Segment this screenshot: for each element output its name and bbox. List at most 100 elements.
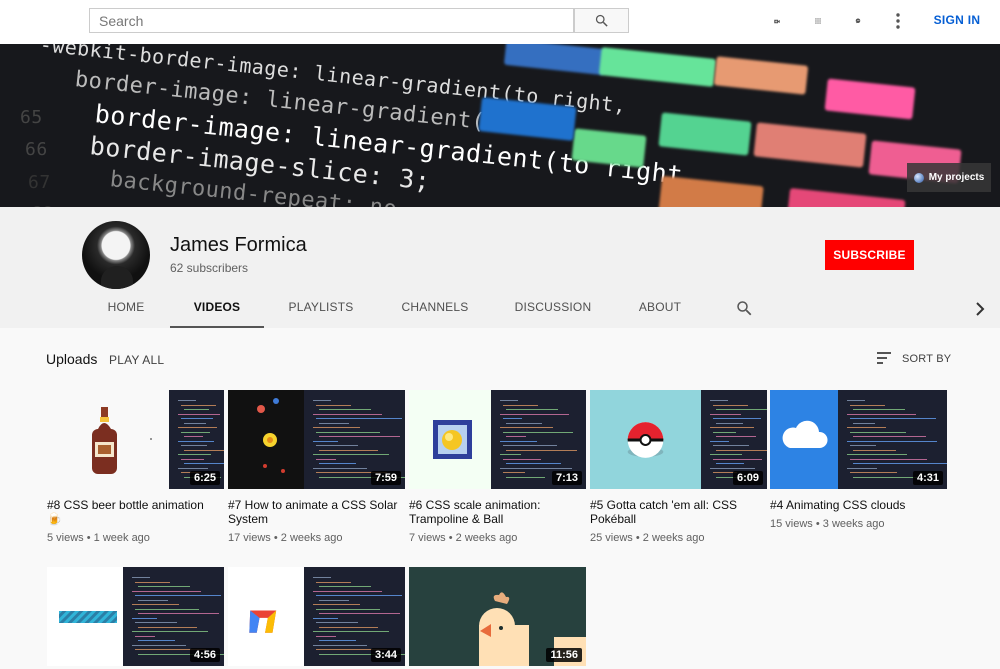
- code-preview-line: [313, 427, 360, 428]
- video-metadata: 15 views • 3 weeks ago: [770, 518, 947, 530]
- code-preview-line: [178, 427, 217, 428]
- video-title[interactable]: #4 Animating CSS clouds: [770, 498, 947, 512]
- video-thumbnail[interactable]: 11:56: [409, 567, 586, 666]
- sign-in-link[interactable]: SIGN IN: [922, 13, 992, 27]
- code-preview-line: [319, 436, 400, 437]
- code-preview-line: [316, 608, 380, 610]
- banner-code-token: [658, 175, 764, 207]
- upload-age: 2 weeks ago: [455, 532, 518, 544]
- video-title-text: #7 How to animate a CSS Solar System: [228, 498, 398, 526]
- video-thumbnail[interactable]: 3:44: [228, 567, 405, 666]
- thumbnail-preview-area: [47, 390, 169, 489]
- apps-button[interactable]: [809, 12, 827, 30]
- solar-system-preview: [257, 398, 285, 473]
- metadata-separator: •: [83, 532, 94, 544]
- code-preview-line: [135, 622, 177, 623]
- video-title[interactable]: #8 CSS beer bottle animation 🍺: [47, 498, 224, 526]
- code-preview-line: [853, 476, 917, 478]
- video-thumbnail[interactable]: 6:25: [47, 390, 224, 489]
- beer-bottle-preview: [92, 407, 152, 474]
- code-preview-line: [178, 413, 220, 415]
- video-title[interactable]: #5 Gotta catch 'em all: CSS Pokéball: [590, 498, 767, 526]
- video-duration: 7:13: [551, 471, 582, 485]
- code-preview-line: [313, 577, 331, 578]
- video-metadata: 5 views • 1 week ago: [47, 532, 224, 544]
- sort-icon[interactable]: [876, 352, 892, 364]
- more-options-button[interactable]: [889, 12, 907, 30]
- code-preview-line: [506, 409, 558, 410]
- code-preview-line: [716, 463, 744, 464]
- code-preview-line: [132, 604, 179, 605]
- tab-home[interactable]: HOME: [100, 300, 152, 328]
- video-title[interactable]: #7 How to animate a CSS Solar System: [228, 498, 405, 526]
- code-preview-line: [503, 445, 557, 446]
- code-preview-line: [850, 445, 876, 446]
- tab-playlists[interactable]: PLAYLISTS: [287, 300, 355, 328]
- banner-line-number: 66: [25, 139, 48, 160]
- code-preview-line: [500, 440, 537, 442]
- play-all-button[interactable]: PLAY ALL: [109, 353, 164, 367]
- more-vert-icon: [896, 13, 900, 29]
- code-preview-line: [132, 631, 208, 632]
- code-preview-line: [716, 449, 767, 451]
- view-count: 25 views: [590, 532, 633, 544]
- sort-by-button[interactable]: SORT BY: [902, 353, 951, 365]
- trampoline-preview: [433, 420, 472, 459]
- code-preview-line: [853, 436, 926, 437]
- tab-videos[interactable]: VIDEOS: [170, 300, 264, 328]
- code-preview-line: [319, 449, 378, 451]
- video-duration: 7:59: [370, 471, 401, 485]
- video-duration: 6:09: [732, 471, 763, 485]
- code-preview-line: [319, 463, 356, 464]
- code-preview-line: [847, 413, 916, 415]
- code-preview-line: [506, 422, 542, 424]
- code-preview-line: [319, 640, 356, 641]
- tab-channels[interactable]: CHANNELS: [400, 300, 470, 328]
- create-video-button[interactable]: [768, 12, 786, 30]
- top-navigation-bar: SIGN IN: [0, 0, 1000, 44]
- cloud-preview: [782, 420, 828, 448]
- globe-icon: [913, 172, 924, 183]
- channel-avatar[interactable]: [82, 221, 150, 289]
- code-preview-line: [710, 454, 742, 455]
- channel-banner: -webkit-border-image: linear-gradient(to…: [0, 44, 1000, 207]
- video-duration: 4:31: [912, 471, 943, 485]
- video-thumbnail[interactable]: 4:31: [770, 390, 947, 489]
- my-projects-link[interactable]: My projects: [907, 163, 991, 192]
- code-preview-line: [313, 400, 331, 401]
- code-preview-line: [135, 595, 221, 596]
- subscribe-button[interactable]: SUBSCRIBE: [825, 240, 914, 270]
- code-preview-line: [138, 613, 219, 614]
- code-preview-line: [500, 427, 553, 428]
- search-button[interactable]: [574, 8, 629, 33]
- code-preview-line: [850, 431, 906, 433]
- code-preview-line: [178, 454, 211, 455]
- upload-age: 2 weeks ago: [642, 532, 705, 544]
- my-projects-label: My projects: [928, 172, 985, 183]
- video-duration: 11:56: [546, 648, 582, 662]
- video-thumbnail[interactable]: 4:56: [47, 567, 224, 666]
- video-metadata: 17 views • 2 weeks ago: [228, 532, 405, 544]
- video-title-text: #8 CSS beer bottle animation: [47, 498, 204, 512]
- channel-search-icon[interactable]: [735, 299, 753, 317]
- search-box[interactable]: [89, 8, 574, 33]
- video-title[interactable]: #6 CSS scale animation: Trampoline & Bal…: [409, 498, 586, 526]
- tab-discussion[interactable]: DISCUSSION: [515, 300, 591, 328]
- code-preview-line: [135, 635, 155, 637]
- metadata-separator: •: [812, 518, 823, 530]
- banner-code-token: [503, 44, 607, 76]
- loading-bar-preview: [59, 611, 117, 623]
- banner-line-number: 65: [20, 107, 43, 128]
- video-thumbnail[interactable]: 7:13: [409, 390, 586, 489]
- messages-button[interactable]: [849, 12, 867, 30]
- uploads-heading: Uploads: [46, 351, 98, 367]
- code-preview-line: [184, 409, 209, 410]
- video-camera-plus-icon: [774, 19, 780, 23]
- tab-about[interactable]: ABOUT: [635, 300, 685, 328]
- video-thumbnail[interactable]: 6:09: [590, 390, 767, 489]
- code-preview-line: [713, 431, 736, 433]
- code-preview-line: [506, 463, 561, 464]
- search-input[interactable]: [90, 9, 573, 32]
- video-thumbnail[interactable]: 7:59: [228, 390, 405, 489]
- chevron-right-icon[interactable]: [972, 301, 988, 317]
